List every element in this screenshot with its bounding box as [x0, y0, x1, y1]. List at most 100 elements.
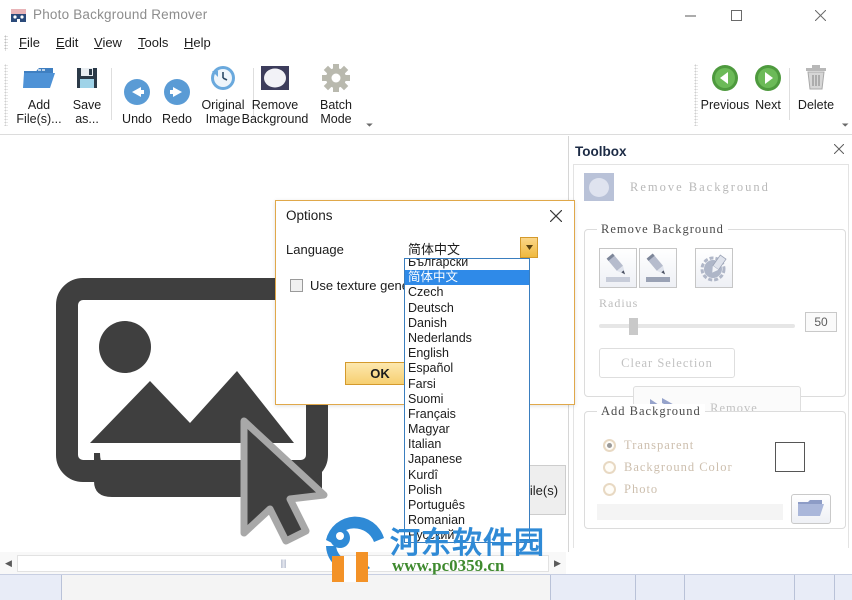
- toolbar-drag-grip-right[interactable]: [694, 64, 698, 126]
- menu-item-view[interactable]: View: [87, 34, 129, 53]
- language-label: Language: [286, 242, 344, 257]
- toolbar-overflow-chevron-icon[interactable]: ⏷: [842, 120, 849, 131]
- toolbox-close-icon[interactable]: [833, 143, 845, 157]
- use-texture-generator-checkbox[interactable]: [290, 279, 303, 292]
- menu-drag-grip[interactable]: [4, 35, 8, 51]
- language-option[interactable]: Български: [405, 259, 529, 270]
- toolbar-undo-button[interactable]: Undo: [116, 74, 158, 126]
- pencil-foreground-icon[interactable]: [599, 248, 637, 288]
- toolbox-mode-header: Remove Background: [584, 173, 770, 201]
- app-icon: [10, 7, 27, 24]
- radius-value-field[interactable]: 50: [805, 312, 837, 332]
- language-option[interactable]: Español: [405, 361, 529, 376]
- scroll-left-arrow-icon[interactable]: ◀: [0, 558, 17, 569]
- radio-photo-label: Photo: [624, 482, 659, 496]
- status-cell-5: [685, 575, 795, 600]
- options-dialog-title: Options: [286, 208, 333, 223]
- language-option[interactable]: Czech: [405, 285, 529, 300]
- undo-arrow-icon: [122, 74, 152, 110]
- toolbar-previous-button[interactable]: Previous: [700, 60, 750, 112]
- toolbar-redo-button[interactable]: Redo: [156, 74, 198, 126]
- toolbar-remove-background-button[interactable]: Remove Background: [233, 60, 317, 126]
- background-color-swatch[interactable]: [775, 442, 805, 472]
- language-combobox[interactable]: 简体中文: [406, 237, 538, 259]
- toolbar-delete-button[interactable]: Delete: [793, 60, 839, 112]
- application-window: Photo Background Remover File Edit View …: [0, 0, 852, 600]
- language-option[interactable]: Romanian: [405, 513, 529, 528]
- menu-item-file[interactable]: File: [12, 34, 47, 53]
- scrollbar-thumb[interactable]: ||||: [17, 554, 549, 572]
- minimize-button[interactable]: [667, 0, 713, 31]
- menu-edit-mnemonic: E: [56, 35, 65, 50]
- menu-help-rest: elp: [193, 35, 211, 50]
- scroll-right-arrow-icon[interactable]: ▶: [549, 558, 566, 569]
- menu-file-mnemonic: F: [19, 35, 27, 50]
- close-button[interactable]: [797, 0, 843, 31]
- language-option[interactable]: Suomi: [405, 392, 529, 407]
- radius-slider-thumb[interactable]: [629, 318, 638, 335]
- toolbar-next-label: Next: [755, 98, 781, 112]
- maximize-button[interactable]: [713, 0, 759, 31]
- toolbar-overflow-left-chevron-icon[interactable]: ⏷: [366, 120, 373, 131]
- window-title: Photo Background Remover: [33, 7, 208, 22]
- toolbar-remove-background-label: Remove Background: [241, 98, 309, 126]
- toolbar-batch-mode-button[interactable]: Batch Mode: [311, 60, 361, 126]
- trash-icon: [803, 60, 829, 96]
- toolbar-batch-mode-label: Batch Mode: [320, 98, 352, 126]
- toolbar-next-button[interactable]: Next: [748, 60, 788, 112]
- chevron-down-icon[interactable]: [520, 237, 538, 258]
- language-option[interactable]: Magyar: [405, 422, 529, 437]
- language-option[interactable]: Kurdî: [405, 468, 529, 483]
- radio-transparent-label: Transparent: [624, 438, 695, 452]
- toolbar-save-as-button[interactable]: Save as...: [66, 60, 108, 126]
- radius-slider[interactable]: [599, 318, 795, 335]
- language-option[interactable]: Nederlands: [405, 331, 529, 346]
- language-dropdown-list[interactable]: Български 简体中文 Czech Deutsch Danish Nederland…: [404, 258, 530, 543]
- language-option[interactable]: 简体中文: [405, 270, 529, 286]
- clear-selection-button[interactable]: Clear Selection: [599, 348, 735, 378]
- language-option[interactable]: Polish: [405, 483, 529, 498]
- canvas-horizontal-scrollbar[interactable]: ◀ |||| ▶: [0, 552, 566, 574]
- browse-photo-button[interactable]: [791, 494, 831, 524]
- radio-background-color[interactable]: Background Color: [603, 460, 733, 475]
- next-green-arrow-icon: [753, 60, 783, 96]
- menu-edit-rest: dit: [64, 35, 79, 50]
- remove-background-group-legend: Remove Background: [597, 222, 728, 237]
- open-folder-icon: [22, 60, 56, 96]
- options-dialog-close-icon[interactable]: [546, 207, 566, 225]
- language-option[interactable]: Português: [405, 498, 529, 513]
- lasso-eraser-icon[interactable]: [695, 248, 733, 288]
- main-toolbar: Add File(s)... Save as... Undo Redo Orig…: [0, 56, 852, 135]
- language-option[interactable]: Русский: [405, 528, 529, 542]
- radio-background-color-label: Background Color: [624, 460, 733, 474]
- toolbox-mode-label: Remove Background: [630, 179, 770, 194]
- radio-transparent[interactable]: Transparent: [603, 438, 694, 453]
- language-option[interactable]: Deutsch: [405, 301, 529, 316]
- language-option[interactable]: Danish: [405, 316, 529, 331]
- radio-photo-icon: [603, 483, 616, 496]
- menu-item-edit[interactable]: Edit: [49, 34, 85, 53]
- menu-bar: File Edit View Tools Help: [0, 31, 852, 56]
- language-option[interactable]: Japanese: [405, 452, 529, 467]
- language-option[interactable]: English: [405, 346, 529, 361]
- floppy-save-icon: [73, 60, 101, 96]
- language-option[interactable]: Farsi: [405, 377, 529, 392]
- toolbar-previous-label: Previous: [700, 98, 750, 112]
- toolbar-add-files-label: Add File(s)...: [16, 98, 62, 126]
- toolbar-drag-grip[interactable]: [4, 64, 8, 126]
- status-bar: [0, 574, 852, 600]
- language-option[interactable]: Français: [405, 407, 529, 422]
- status-cell-2: [62, 575, 551, 600]
- add-background-group: Add Background Transparent Background Co…: [584, 404, 846, 529]
- toolbar-add-files-button[interactable]: Add File(s)...: [12, 60, 66, 126]
- toolbar-delete-label: Delete: [797, 98, 835, 112]
- menu-item-help[interactable]: Help: [177, 34, 218, 53]
- status-cell-3: [551, 575, 636, 600]
- language-option[interactable]: Italian: [405, 437, 529, 452]
- pencil-background-icon[interactable]: [639, 248, 677, 288]
- menu-view-rest: iew: [102, 35, 122, 50]
- menu-item-tools[interactable]: Tools: [131, 34, 175, 53]
- radio-photo[interactable]: Photo: [603, 482, 658, 497]
- photo-path-input[interactable]: [597, 504, 783, 520]
- toolbar-separator-3: [789, 68, 790, 120]
